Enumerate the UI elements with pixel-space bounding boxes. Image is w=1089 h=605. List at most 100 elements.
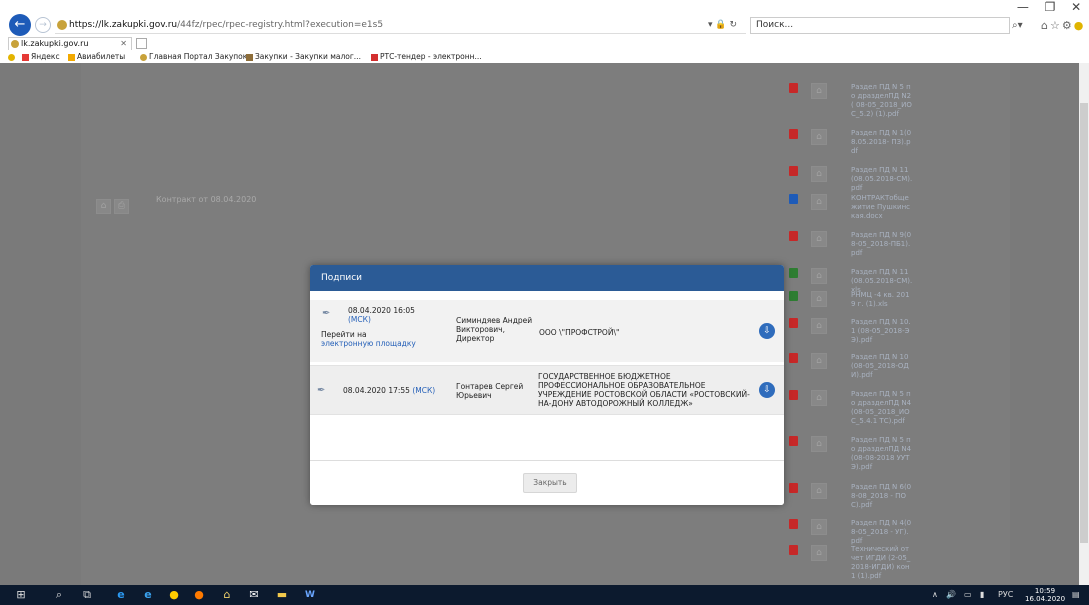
home-icon[interactable]: ⌂ bbox=[811, 436, 827, 452]
pdf-file-icon bbox=[789, 231, 798, 241]
file-name[interactable]: Раздел ПД N 6(08-08_2018 - ПОС).pdf bbox=[851, 483, 913, 510]
tab-close-icon[interactable]: ✕ bbox=[120, 38, 127, 50]
home-icon[interactable]: ⌂ bbox=[811, 291, 827, 307]
refresh-icon[interactable]: ↻ bbox=[730, 20, 738, 30]
file-name[interactable]: Технический отчет ИГДИ (2-05_2018-ИГДИ) … bbox=[851, 545, 913, 581]
language-indicator[interactable]: РУС bbox=[998, 585, 1013, 605]
file-name[interactable]: Раздел ПД N 4(08-05_2018 - УГ).pdf bbox=[851, 519, 913, 546]
chevron-down-icon[interactable]: ▾ bbox=[1018, 20, 1023, 31]
platform-link[interactable]: электронную площадку bbox=[321, 339, 416, 348]
home-icon[interactable]: ⌂ bbox=[811, 545, 827, 561]
clock[interactable]: 10:59 16.04.2020 bbox=[1025, 587, 1065, 603]
signature-datetime: 08.04.2020 16:05 bbox=[348, 306, 415, 315]
file-name[interactable]: Раздел ПД N 5 по дразделПД N4(08-08-2018… bbox=[851, 436, 913, 472]
fav-label: РТС-тендер - электронн... bbox=[380, 52, 482, 61]
scrollbar-thumb[interactable] bbox=[1080, 103, 1088, 543]
signer-name: Гонтарев Сергей Юрьевич bbox=[456, 382, 524, 400]
smiley-icon[interactable]: ● bbox=[1074, 19, 1086, 32]
back-button[interactable]: ← bbox=[9, 14, 31, 36]
home-icon[interactable]: ⌂ bbox=[811, 353, 827, 369]
edge-icon[interactable]: e bbox=[113, 588, 129, 602]
file-name[interactable]: Раздел ПД N 5 по дразделПД N2( 08-05_201… bbox=[851, 83, 913, 119]
address-actions: ▾ 🔒 ↻ bbox=[708, 17, 748, 34]
ie-icon[interactable]: e bbox=[140, 588, 156, 602]
home-icon[interactable]: ⌂ bbox=[811, 166, 827, 182]
pdf-file-icon bbox=[789, 353, 798, 363]
home-icon[interactable]: ⌂ bbox=[811, 519, 827, 535]
folder-icon[interactable]: ▬ bbox=[274, 588, 290, 602]
file-name[interactable]: Раздел ПД N 10.1 (08-05_2018-ЭЭ).pdf bbox=[851, 318, 913, 345]
mail-icon[interactable]: ✉ bbox=[246, 588, 262, 602]
word-icon[interactable]: W bbox=[302, 588, 318, 602]
contract-label: Контракт от 08.04.2020 bbox=[156, 195, 257, 204]
fav-zakupki-small[interactable]: Закупки - Закупки малог... bbox=[246, 51, 361, 63]
datetime-text: 08.04.2020 17:55 bbox=[343, 386, 410, 395]
search-icon[interactable]: ⌕ bbox=[52, 588, 66, 602]
page-scrollbar[interactable] bbox=[1079, 63, 1089, 585]
xls-file-icon bbox=[789, 268, 798, 278]
file-name[interactable]: Раздел ПД N 10(08-05_2018-ОДИ).pdf bbox=[851, 353, 913, 380]
file-name[interactable]: Раздел ПД N 5 по дразделПД N4(08-05_2018… bbox=[851, 390, 913, 426]
goto-prefix: Перейти на bbox=[321, 330, 367, 339]
network-icon[interactable]: ▮ bbox=[980, 585, 984, 605]
home-icon[interactable]: ⌂ bbox=[811, 483, 827, 499]
yandex-browser-icon[interactable]: ● bbox=[166, 588, 182, 602]
forward-button[interactable]: → bbox=[35, 17, 51, 33]
timezone-link[interactable]: (МСК) bbox=[348, 315, 371, 324]
gear-icon[interactable]: ⚙ bbox=[1062, 19, 1074, 32]
fav-aviabilety[interactable]: Авиабилеты bbox=[68, 51, 125, 63]
fav-label: Закупки - Закупки малог... bbox=[255, 52, 361, 61]
close-button[interactable]: Закрыть bbox=[523, 473, 577, 493]
volume-icon[interactable]: 🔊 bbox=[946, 585, 956, 605]
fav-yandex[interactable]: Яндекс bbox=[22, 51, 60, 63]
pdf-file-icon bbox=[789, 129, 798, 139]
home-icon[interactable]: ⌂ bbox=[811, 83, 827, 99]
fav-label: Главная Портал Закупок bbox=[149, 52, 248, 61]
signatures-dialog: Подписи ✒ 08.04.2020 16:05 (МСК) Перейти… bbox=[310, 265, 784, 505]
star-icon[interactable]: ☆ bbox=[1050, 19, 1062, 32]
tray-chevron-icon[interactable]: ∧ bbox=[932, 585, 938, 605]
file-name[interactable]: Раздел ПД N 9(08-05_2018-ПБ1).pdf bbox=[851, 231, 913, 258]
taskbar: ⊞ ⌕ ⧉ e e ● ● ⌂ ✉ ▬ W ∧ 🔊 ▭ ▮ РУС 10:59 … bbox=[0, 585, 1089, 605]
file-name[interactable]: РНМЦ -4 кв. 2019 г. (1).xls bbox=[851, 291, 913, 309]
lock-icon[interactable]: 🔒 bbox=[715, 20, 726, 30]
download-icon[interactable]: ⇩ bbox=[759, 323, 775, 339]
file-name[interactable]: Раздел ПД N 1(08.05.2018- ПЗ).pdf bbox=[851, 129, 913, 156]
browser-chrome: — ❐ ✕ ← → https://lk.zakupki.gov.ru/44fz… bbox=[0, 0, 1089, 63]
tab-title: lk.zakupki.gov.ru bbox=[21, 39, 89, 48]
fav-label: Яндекс bbox=[31, 52, 60, 61]
signature-row: ✒ 08.04.2020 16:05 (МСК) Перейти на элек… bbox=[310, 300, 784, 362]
signature-pen-icon: ✒ bbox=[322, 308, 331, 319]
new-tab-button[interactable] bbox=[136, 38, 147, 49]
file-name[interactable]: КОНТРАКТобщежитие Пушкинская.docx bbox=[851, 194, 913, 221]
home-icon[interactable]: ⌂ bbox=[811, 268, 827, 284]
address-bar[interactable]: https://lk.zakupki.gov.ru/44fz/rpec/rpec… bbox=[55, 17, 746, 34]
fav-rts-tender[interactable]: РТС-тендер - электронн... bbox=[371, 51, 482, 63]
windows-start-icon[interactable]: ⊞ bbox=[14, 588, 28, 602]
firefox-icon[interactable]: ● bbox=[191, 588, 207, 602]
store-icon[interactable]: ⌂ bbox=[219, 588, 235, 602]
home-icon[interactable]: ⌂ bbox=[1041, 19, 1050, 32]
tab-active[interactable]: lk.zakupki.gov.ru ✕ bbox=[8, 37, 132, 50]
notifications-icon[interactable]: ▤ bbox=[1072, 585, 1080, 605]
task-view-icon[interactable]: ⧉ bbox=[80, 588, 94, 602]
fav-label: Авиабилеты bbox=[77, 52, 126, 61]
timezone-link[interactable]: (МСК) bbox=[412, 386, 435, 395]
favorites-star-icon[interactable] bbox=[8, 51, 17, 63]
home-icon[interactable]: ⌂ bbox=[811, 318, 827, 334]
search-input[interactable]: Поиск... bbox=[750, 17, 1010, 34]
home-icon[interactable]: ⌂ bbox=[96, 199, 111, 214]
xls-file-icon bbox=[789, 291, 798, 301]
home-icon[interactable]: ⌂ bbox=[811, 231, 827, 247]
fav-zakupki-portal[interactable]: Главная Портал Закупок bbox=[140, 51, 247, 63]
dialog-body: ✒ 08.04.2020 16:05 (МСК) Перейти на элек… bbox=[310, 291, 784, 460]
home-icon[interactable]: ⌂ bbox=[811, 390, 827, 406]
download-icon[interactable]: ⇩ bbox=[759, 382, 775, 398]
battery-icon[interactable]: ▭ bbox=[964, 585, 972, 605]
home-icon[interactable]: ⌂ bbox=[811, 194, 827, 210]
home-icon[interactable]: ⌂ bbox=[811, 129, 827, 145]
print-icon[interactable]: ⎙ bbox=[114, 199, 129, 214]
file-name[interactable]: Раздел ПД N 11(08.05.2018-СМ).pdf bbox=[851, 166, 913, 193]
signer-org: ГОСУДАРСТВЕННОЕ БЮДЖЕТНОЕ ПРОФЕССИОНАЛЬН… bbox=[538, 372, 750, 408]
dropdown-icon[interactable]: ▾ bbox=[708, 20, 713, 30]
